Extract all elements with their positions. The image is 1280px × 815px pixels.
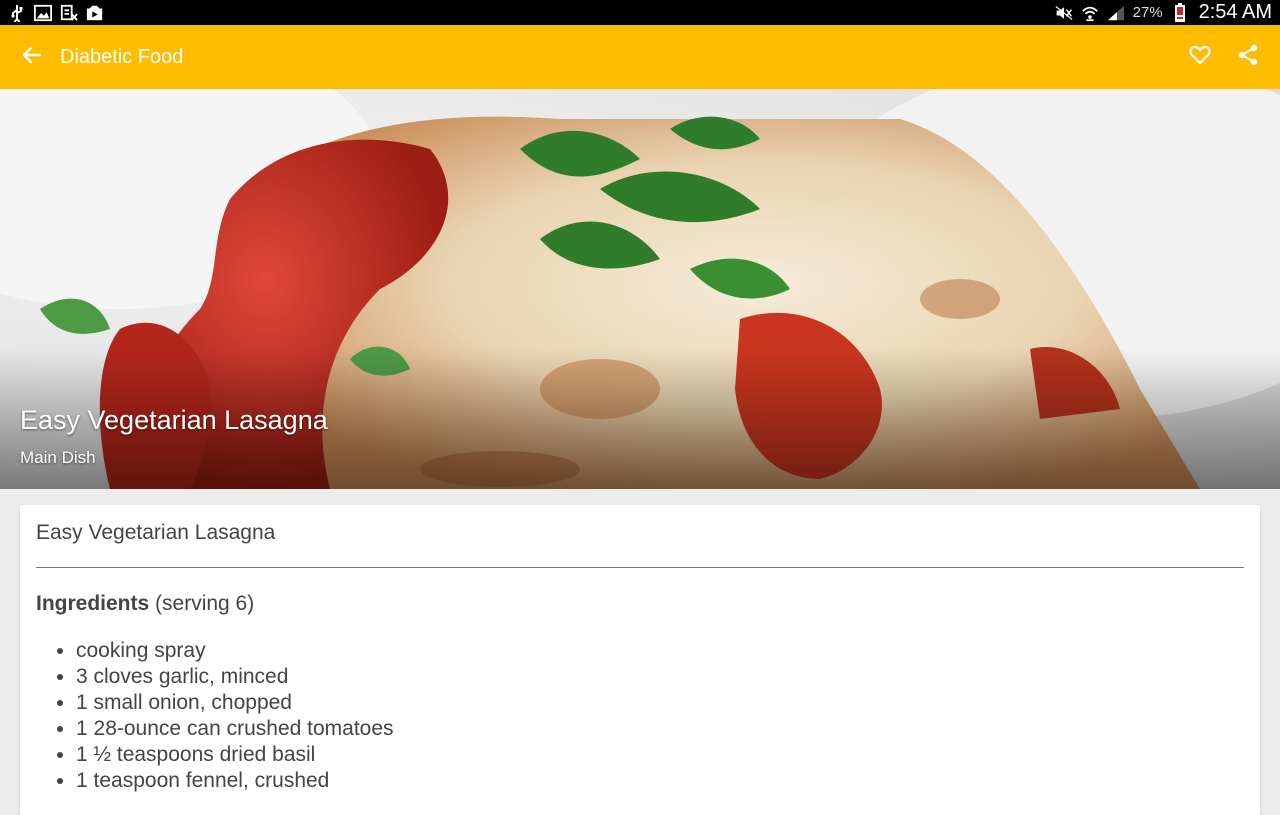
wifi-icon bbox=[1081, 4, 1099, 22]
ingredient-item: 3 cloves garlic, minced bbox=[76, 664, 1244, 690]
serving-text: (serving 6) bbox=[155, 592, 255, 615]
clock: 2:54 AM bbox=[1198, 1, 1272, 23]
mute-icon bbox=[1055, 4, 1073, 22]
recipe-card: Easy Vegetarian Lasagna Ingredients (ser… bbox=[20, 505, 1260, 815]
status-right-icons: 27% 2:54 AM bbox=[1055, 1, 1272, 24]
recipe-name: Easy Vegetarian Lasagna bbox=[36, 521, 276, 544]
usb-icon bbox=[8, 4, 26, 22]
recipe-hero-image: Easy Vegetarian Lasagna Main Dish bbox=[0, 89, 1280, 489]
battery-icon bbox=[1171, 2, 1189, 22]
ingredient-item: 1 teaspoon fennel, crushed bbox=[76, 768, 1244, 794]
heart-outline-icon bbox=[1189, 45, 1211, 70]
sim-error-icon bbox=[60, 4, 78, 22]
ingredient-item: cooking spray bbox=[76, 638, 1244, 664]
ingredients-heading: Ingredients (serving 6) bbox=[36, 592, 1244, 616]
arrow-back-icon bbox=[22, 45, 42, 70]
ingredient-item: 1 28-ounce can crushed tomatoes bbox=[76, 716, 1244, 742]
video-icon bbox=[86, 4, 104, 22]
battery-percent: 27% bbox=[1132, 4, 1163, 21]
ingredients-list: cooking spray 3 cloves garlic, minced 1 … bbox=[36, 638, 1244, 794]
signal-icon bbox=[1107, 4, 1125, 22]
share-button[interactable] bbox=[1228, 37, 1268, 77]
hero-subtitle: Main Dish bbox=[20, 448, 96, 467]
status-left-icons bbox=[8, 4, 104, 22]
hero-title: Easy Vegetarian Lasagna bbox=[20, 405, 328, 435]
image-icon bbox=[34, 4, 52, 22]
status-bar: 27% 2:54 AM bbox=[0, 0, 1280, 25]
share-icon bbox=[1237, 44, 1259, 71]
favorite-button[interactable] bbox=[1180, 37, 1220, 77]
ingredients-label: Ingredients bbox=[36, 592, 150, 615]
app-bar: Diabetic Food bbox=[0, 25, 1280, 89]
ingredient-item: 1 ½ teaspoons dried basil bbox=[76, 742, 1244, 768]
app-title: Diabetic Food bbox=[60, 45, 184, 68]
divider bbox=[36, 567, 1244, 568]
back-button[interactable] bbox=[18, 43, 46, 71]
ingredient-item: 1 small onion, chopped bbox=[76, 690, 1244, 716]
